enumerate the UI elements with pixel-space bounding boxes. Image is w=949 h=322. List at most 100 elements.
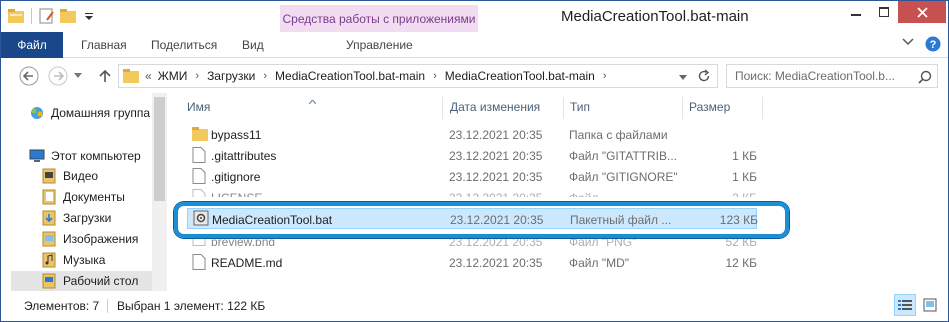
app-folder-icon[interactable] <box>7 7 25 25</box>
ribbon-tabs: Файл Главная Поделиться Вид Управление ? <box>1 32 948 58</box>
video-library-icon <box>41 168 57 184</box>
chevron-down-icon <box>902 38 914 46</box>
file-date: 23.12.2021 20:35 <box>449 148 543 163</box>
breadcrumb-separator-icon[interactable]: › <box>433 70 437 82</box>
nav-item-desktop[interactable]: Рабочий стол <box>11 271 152 291</box>
file-date: 23.12.2021 20:35 <box>449 169 543 184</box>
nav-item-documents[interactable]: Документы <box>41 187 125 207</box>
search-icon[interactable] <box>918 70 932 87</box>
large-icons-view-button[interactable] <box>919 294 941 316</box>
title-bar: Средства работы с приложениями MediaCrea… <box>1 1 948 32</box>
file-row[interactable]: LICENSE 23.12.2021 20:35 Файл 2 КБ <box>184 187 774 197</box>
file-type: Файл "GITATTRIB... <box>569 148 677 163</box>
navigation-pane: Домашняя группа Этот компьютер Видео Док… <box>1 93 166 291</box>
help-button[interactable]: ? <box>925 36 941 52</box>
column-divider[interactable] <box>442 97 443 119</box>
back-button[interactable] <box>18 65 40 87</box>
sort-ascending-icon <box>308 93 317 107</box>
tab-share[interactable]: Поделиться <box>151 32 217 58</box>
file-size: 12 КБ <box>725 255 757 270</box>
file-row[interactable]: .gitignore 23.12.2021 20:35 Файл "GITIGN… <box>184 166 774 187</box>
file-icon <box>192 147 208 163</box>
nav-item-label: Домашняя группа <box>51 106 151 120</box>
column-header-type[interactable]: Тип <box>570 97 590 117</box>
nav-item-homegroup[interactable]: Домашняя группа <box>29 103 150 123</box>
breadcrumb-overflow[interactable]: « <box>145 69 152 83</box>
file-row[interactable]: README.md 23.12.2021 20:35 Файл "MD" 12 … <box>184 252 774 273</box>
breadcrumb-item[interactable]: MediaCreationTool.bat-main <box>275 69 425 83</box>
file-size: 1 КБ <box>732 169 757 184</box>
breadcrumb-separator-icon[interactable]: › <box>603 70 607 82</box>
file-type: Папка с файлами <box>569 127 668 142</box>
up-button[interactable] <box>94 65 116 87</box>
address-row: « ЖМИ › Загрузки › MediaCreationTool.bat… <box>1 59 948 93</box>
file-row[interactable]: bypass11 23.12.2021 20:35 Папка с файлам… <box>184 124 774 145</box>
details-view-button[interactable] <box>894 294 916 316</box>
new-folder-icon[interactable] <box>59 7 77 25</box>
nav-scrollbar[interactable] <box>152 93 167 291</box>
large-icons-view-icon <box>923 298 937 312</box>
close-icon <box>916 6 928 18</box>
desktop-folder-icon <box>41 273 57 289</box>
column-header-date[interactable]: Дата изменения <box>450 97 540 117</box>
tab-home[interactable]: Главная <box>81 32 127 58</box>
file-icon <box>192 254 208 270</box>
column-header-size[interactable]: Размер <box>689 97 730 117</box>
tab-manage[interactable]: Управление <box>346 32 413 58</box>
breadcrumb-item[interactable]: MediaCreationTool.bat-main <box>445 69 595 83</box>
breadcrumb-separator-icon[interactable]: › <box>263 70 267 82</box>
properties-icon[interactable] <box>38 7 56 25</box>
file-size: 1 КБ <box>732 148 757 163</box>
nav-item-label: Изображения <box>63 232 139 246</box>
pictures-library-icon <box>41 231 57 247</box>
file-icon <box>192 168 208 184</box>
refresh-button[interactable] <box>697 69 711 86</box>
homegroup-icon <box>29 105 45 121</box>
minimize-button[interactable] <box>843 1 869 23</box>
refresh-icon <box>698 69 710 82</box>
nav-item-videos[interactable]: Видео <box>41 166 98 186</box>
up-arrow-icon <box>99 69 111 82</box>
contextual-tab-header: Средства работы с приложениями <box>280 5 478 32</box>
recent-locations-button[interactable] <box>71 65 85 87</box>
maximize-icon <box>879 7 889 17</box>
column-divider[interactable] <box>563 97 564 119</box>
chevron-down-icon <box>74 73 82 78</box>
file-size <box>689 124 757 145</box>
tab-file[interactable]: Файл <box>1 32 63 58</box>
customize-toolbar-icon[interactable] <box>80 7 98 25</box>
nav-item-label: Документы <box>63 190 125 204</box>
column-header-name[interactable]: Имя <box>187 97 210 117</box>
explorer-window: Средства работы с приложениями MediaCrea… <box>0 0 949 322</box>
forward-button[interactable] <box>47 65 69 87</box>
breadcrumb-item[interactable]: Загрузки <box>207 69 255 83</box>
back-arrow-icon <box>19 66 39 86</box>
address-dropdown-button[interactable] <box>679 70 687 84</box>
column-divider[interactable] <box>682 97 683 119</box>
details-view-icon <box>898 300 912 310</box>
nav-item-pictures[interactable]: Изображения <box>41 229 138 249</box>
expand-ribbon-button[interactable] <box>902 38 914 46</box>
status-bar: Элементов: 7 Выбран 1 элемент: 122 КБ <box>1 291 948 321</box>
nav-item-music[interactable]: Музыка <box>41 250 105 270</box>
file-date: 23.12.2021 20:35 <box>449 127 543 142</box>
breadcrumb-item[interactable]: ЖМИ <box>158 69 188 83</box>
file-type: Файл <box>569 187 679 198</box>
file-type: Файл "GITIGNORE" <box>569 169 678 184</box>
file-row[interactable]: .gitattributes 23.12.2021 20:35 Файл "GI… <box>184 145 774 166</box>
nav-item-downloads[interactable]: Загрузки <box>41 208 111 228</box>
scrollbar-thumb[interactable] <box>154 97 165 201</box>
folder-icon <box>192 126 208 142</box>
nav-item-this-pc[interactable]: Этот компьютер <box>29 146 141 166</box>
search-input[interactable]: Поиск: MediaCreationTool.b... <box>726 64 938 88</box>
address-bar[interactable]: « ЖМИ › Загрузки › MediaCreationTool.bat… <box>118 64 718 88</box>
selection-highlight-frame <box>174 202 789 238</box>
file-name: LICENSE <box>211 187 262 198</box>
tab-view[interactable]: Вид <box>242 32 264 58</box>
help-icon: ? <box>925 36 941 52</box>
file-size: 2 КБ <box>689 187 757 198</box>
breadcrumb-separator-icon[interactable]: › <box>195 70 199 82</box>
close-button[interactable] <box>898 1 946 23</box>
maximize-button[interactable] <box>871 1 897 23</box>
column-divider[interactable] <box>762 97 763 119</box>
